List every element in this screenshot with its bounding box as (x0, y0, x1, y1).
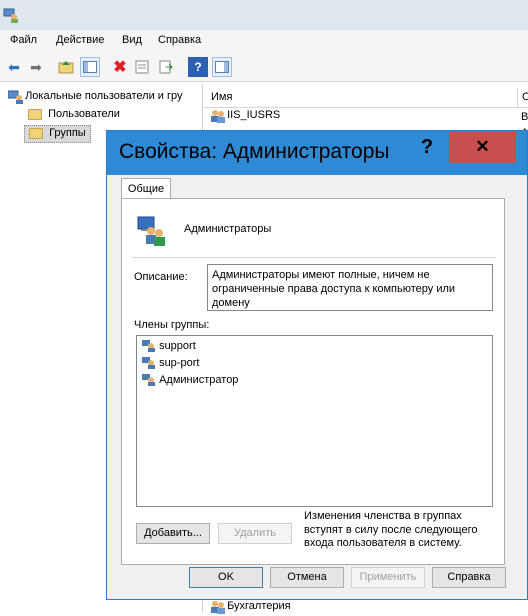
tree-item-users[interactable]: Пользователи (28, 108, 120, 124)
cancel-button[interactable]: Отмена (270, 567, 344, 588)
tab-general[interactable]: Общие (121, 178, 171, 199)
general-tab-panel: Администраторы Описание: Администраторы … (121, 198, 505, 565)
properties-sheet-icon[interactable] (132, 57, 152, 77)
forward-arrow-icon[interactable]: ➡ (26, 57, 46, 77)
column-header-name[interactable]: Имя (211, 91, 232, 103)
member-name: sup-port (159, 357, 200, 370)
up-folder-icon[interactable] (56, 57, 76, 77)
column-divider (517, 88, 518, 108)
description-field[interactable]: Администраторы имеют полные, ничем не ог… (207, 264, 493, 311)
tree-item-users-label: Пользователи (48, 108, 120, 121)
back-arrow-icon[interactable]: ⬅ (4, 57, 24, 77)
description-fragment-letter: В (521, 111, 528, 123)
group-name: Администраторы (184, 223, 272, 235)
list-item[interactable]: Администратор (142, 374, 239, 387)
column-header-description[interactable]: О (522, 91, 528, 103)
menu-action[interactable]: Действие (56, 34, 104, 46)
toolbar: ⬅ ➡ ✖ ? (0, 52, 528, 82)
members-list[interactable]: support sup-port Администратор (136, 335, 493, 507)
apply-button[interactable]: Применить (351, 567, 425, 588)
export-list-icon[interactable] (156, 57, 176, 77)
tree-item-groups-label: Группы (49, 127, 86, 140)
ok-button[interactable]: OK (189, 567, 263, 588)
dialog-titlebar[interactable]: Свойства: Администраторы ? ✕ (107, 131, 527, 175)
close-button[interactable]: ✕ (449, 131, 516, 163)
group-icon (210, 109, 225, 124)
list-item[interactable]: support (142, 340, 196, 353)
menu-file[interactable]: Файл (10, 34, 37, 46)
user-icon (142, 357, 156, 370)
list-item-name: IIS_IUSRS (227, 109, 281, 122)
tree-root-label: Локальные пользователи и гру (25, 90, 183, 103)
help-icon[interactable]: ? (188, 57, 208, 77)
window-titlebar (0, 0, 528, 30)
properties-dialog: Свойства: Администраторы ? ✕ Общие Админ… (106, 130, 528, 600)
action-pane-icon[interactable] (212, 57, 232, 77)
help-button[interactable]: ? (406, 131, 448, 163)
list-header: Имя О (205, 88, 528, 108)
menu-bar: Файл Действие Вид Справка (0, 30, 528, 52)
list-item-name: Бухгалтерия (227, 600, 291, 613)
tree-item-groups[interactable]: Группы (24, 125, 91, 143)
group-icon (210, 600, 225, 615)
folder-open-icon (29, 127, 43, 139)
member-name: Администратор (159, 374, 239, 387)
tree-root[interactable]: Локальные пользователи и гру (8, 90, 204, 106)
user-icon (142, 340, 156, 353)
members-label: Члены группы: (134, 319, 210, 331)
list-item[interactable]: Бухгалтерия (210, 600, 291, 616)
folder-icon (28, 108, 42, 120)
dialog-title: Свойства: Администраторы (119, 140, 390, 163)
menu-view[interactable]: Вид (122, 34, 142, 46)
membership-note: Изменения членства в группах вступят в с… (304, 510, 478, 549)
description-label: Описание: (134, 271, 188, 283)
users-computer-icon (8, 90, 23, 105)
dialog-help-button[interactable]: Справка (432, 567, 506, 588)
show-hide-tree-icon[interactable] (80, 57, 100, 77)
list-item[interactable]: IIS_IUSRS (210, 109, 280, 125)
menu-help[interactable]: Справка (158, 34, 201, 46)
separator (132, 257, 496, 258)
user-icon (142, 374, 156, 387)
app-icon (3, 7, 19, 23)
list-item[interactable]: sup-port (142, 357, 200, 370)
group-large-icon (136, 215, 168, 247)
remove-button[interactable]: Удалить (218, 523, 292, 544)
delete-icon[interactable]: ✖ (110, 57, 130, 77)
member-name: support (159, 340, 196, 353)
add-button[interactable]: Добавить... (136, 523, 210, 544)
